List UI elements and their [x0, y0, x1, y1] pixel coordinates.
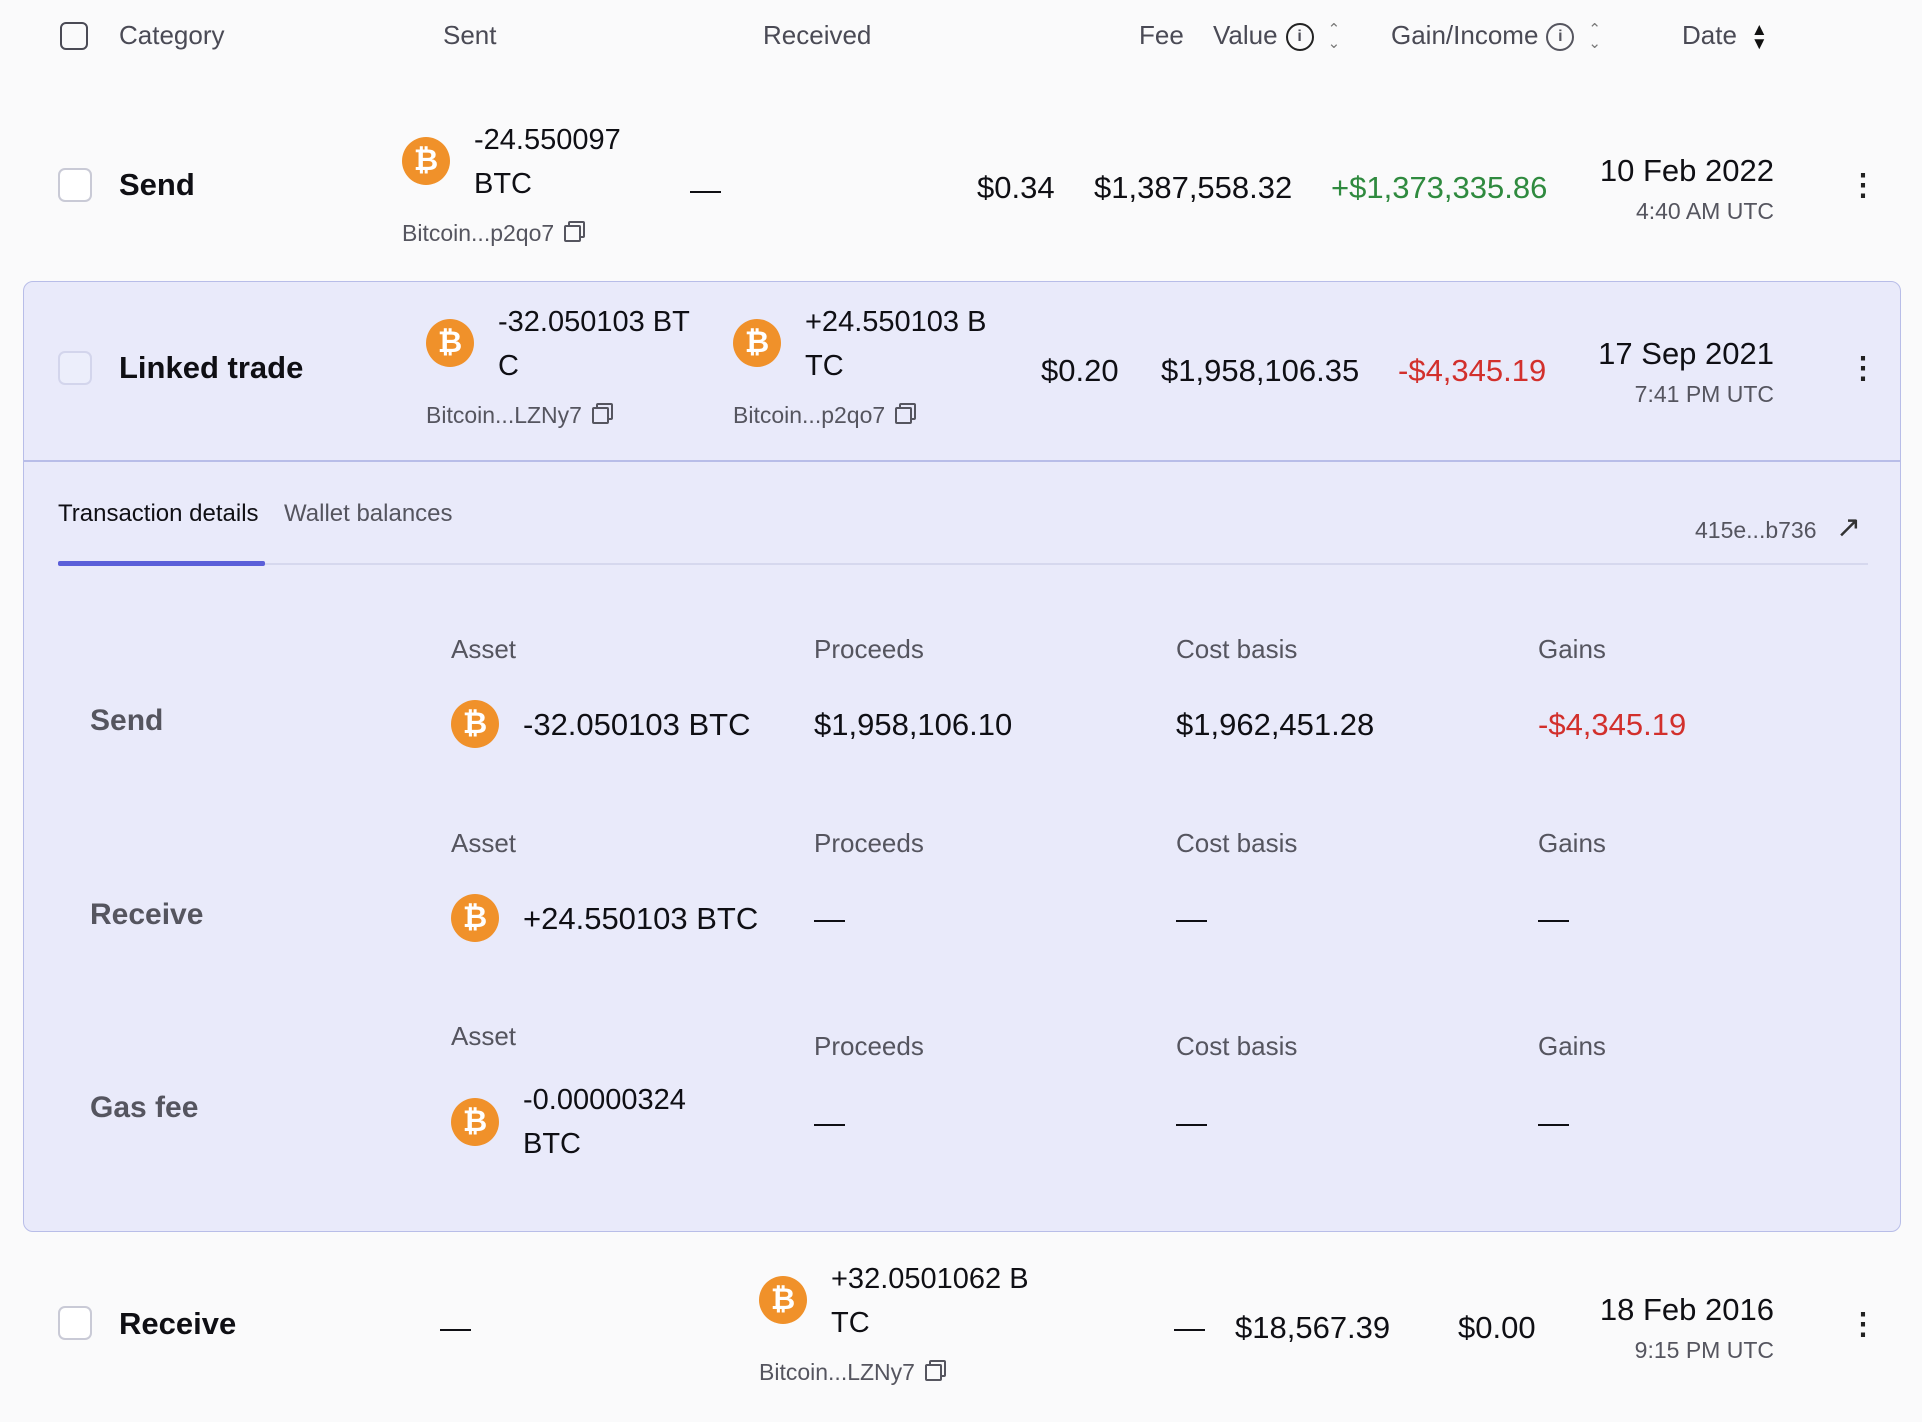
- col-header-asset: Asset: [451, 634, 517, 664]
- detail-label: Send: [90, 704, 164, 737]
- sent-empty: —: [440, 1310, 471, 1345]
- col-header-value[interactable]: Value i ⌃ ⌄: [1213, 20, 1341, 52]
- row-menu-kebab-icon[interactable]: ⋮: [1848, 351, 1878, 386]
- gain-amount: +$1,373,335.86: [1331, 170, 1548, 205]
- col-header-gains: Gains: [1538, 634, 1606, 664]
- col-header-sent: Sent: [443, 20, 497, 50]
- col-header-category: Category: [119, 20, 225, 50]
- col-header-proceeds: Proceeds: [814, 828, 924, 858]
- row-checkbox[interactable]: [58, 168, 92, 202]
- panel-divider: [23, 460, 1901, 462]
- row-checkbox[interactable]: [58, 1306, 92, 1340]
- col-header-date-label: Date: [1682, 20, 1737, 50]
- active-tab-indicator: [58, 561, 265, 566]
- bitcoin-icon: ₿: [426, 319, 474, 367]
- select-all-checkbox[interactable]: [60, 22, 88, 50]
- col-header-received: Received: [763, 20, 872, 50]
- col-header-date[interactable]: Date ▲ ▼: [1682, 20, 1768, 52]
- detail-cost-basis: —: [1176, 1105, 1207, 1140]
- tab-transaction-details[interactable]: Transaction details: [58, 500, 259, 528]
- row-date: 10 Feb 2022: [1599, 153, 1774, 188]
- copy-icon[interactable]: [591, 407, 609, 424]
- sort-icon[interactable]: ⌃ ⌄: [1328, 22, 1341, 51]
- fee-empty: —: [1174, 1310, 1205, 1345]
- detail-cost-basis: —: [1176, 901, 1207, 936]
- received-wallet-address[interactable]: Bitcoin...LZNy7: [759, 1359, 942, 1386]
- detail-gains: -$4,345.19: [1538, 707, 1687, 742]
- col-header-fee: Fee: [1139, 20, 1184, 50]
- col-header-cost-basis: Cost basis: [1176, 1031, 1298, 1061]
- sent-wallet-address[interactable]: Bitcoin...LZNy7: [426, 402, 609, 429]
- detail-proceeds: —: [814, 1105, 845, 1140]
- col-header-gains: Gains: [1538, 1031, 1606, 1061]
- tab-wallet-balances[interactable]: Wallet balances: [284, 500, 453, 528]
- col-header-value-label: Value: [1213, 20, 1278, 50]
- copy-icon[interactable]: [564, 225, 582, 242]
- value-amount: $18,567.39: [1235, 1310, 1391, 1345]
- sent-amount: -32.050103 BT C: [498, 306, 690, 382]
- detail-asset: -32.050103 BTC: [523, 707, 751, 742]
- bitcoin-icon: ₿: [451, 1098, 499, 1146]
- row-date: 17 Sep 2021: [1598, 336, 1774, 371]
- col-header-asset: Asset: [451, 828, 517, 858]
- gain-amount: -$4,345.19: [1398, 353, 1547, 388]
- sent-wallet-address[interactable]: Bitcoin...p2qo7: [402, 220, 582, 247]
- row-date: 18 Feb 2016: [1599, 1292, 1774, 1327]
- row-time: 4:40 AM UTC: [1635, 198, 1774, 224]
- sort-icon[interactable]: ⌃ ⌄: [1588, 22, 1601, 51]
- received-empty: —: [690, 172, 721, 207]
- copy-icon[interactable]: [895, 407, 913, 424]
- sort-desc-icon[interactable]: ▲ ▼: [1751, 21, 1768, 52]
- sent-amount: -24.550097 BTC: [474, 124, 621, 200]
- received-amount: +24.550103 B TC: [805, 306, 987, 382]
- copy-icon[interactable]: [924, 1364, 942, 1381]
- col-header-cost-basis: Cost basis: [1176, 634, 1298, 664]
- detail-label: Gas fee: [90, 1091, 199, 1124]
- detail-proceeds: —: [814, 901, 845, 936]
- detail-proceeds: $1,958,106.10: [814, 707, 1013, 742]
- tabs-divider: [58, 563, 1868, 565]
- col-header-gains: Gains: [1538, 828, 1606, 858]
- row-menu-kebab-icon[interactable]: ⋮: [1848, 1307, 1878, 1342]
- row-menu-kebab-icon[interactable]: ⋮: [1848, 168, 1878, 203]
- row-category: Receive: [119, 1306, 237, 1341]
- external-link-icon[interactable]: ↗: [1836, 510, 1861, 545]
- col-header-gain-income[interactable]: Gain/Income i ⌃ ⌄: [1391, 20, 1601, 52]
- value-amount: $1,387,558.32: [1094, 170, 1293, 205]
- row-time: 9:15 PM UTC: [1634, 1337, 1774, 1363]
- info-icon[interactable]: i: [1546, 23, 1575, 52]
- col-header-cost-basis: Cost basis: [1176, 828, 1298, 858]
- info-icon[interactable]: i: [1285, 23, 1314, 52]
- col-header-gain-label: Gain/Income: [1391, 20, 1539, 50]
- row-category: Send: [119, 167, 195, 202]
- bitcoin-icon: ₿: [759, 1276, 807, 1324]
- detail-label: Receive: [90, 898, 204, 931]
- row-category: Linked trade: [119, 350, 304, 385]
- detail-asset: +24.550103 BTC: [523, 901, 759, 936]
- detail-gains: —: [1538, 901, 1569, 936]
- fee-value: $0.20: [1041, 353, 1119, 388]
- col-header-proceeds: Proceeds: [814, 1031, 924, 1061]
- detail-asset: -0.00000324 BTC: [523, 1084, 686, 1160]
- detail-gains: —: [1538, 1105, 1569, 1140]
- col-header-proceeds: Proceeds: [814, 634, 924, 664]
- bitcoin-icon: ₿: [402, 137, 450, 185]
- received-amount: +32.0501062 B TC: [831, 1263, 1029, 1339]
- bitcoin-icon: ₿: [451, 700, 499, 748]
- value-amount: $1,958,106.35: [1161, 353, 1360, 388]
- fee-value: $0.34: [977, 170, 1055, 205]
- detail-cost-basis: $1,962,451.28: [1176, 707, 1375, 742]
- col-header-asset: Asset: [451, 1021, 517, 1051]
- expanded-transaction-panel: [23, 281, 1901, 1232]
- row-checkbox[interactable]: [58, 351, 92, 385]
- transaction-hash-link[interactable]: 415e...b736: [1695, 517, 1817, 544]
- received-wallet-address[interactable]: Bitcoin...p2qo7: [733, 402, 913, 429]
- gain-amount: $0.00: [1458, 1310, 1536, 1345]
- bitcoin-icon: ₿: [451, 894, 499, 942]
- bitcoin-icon: ₿: [733, 319, 781, 367]
- row-time: 7:41 PM UTC: [1634, 381, 1774, 407]
